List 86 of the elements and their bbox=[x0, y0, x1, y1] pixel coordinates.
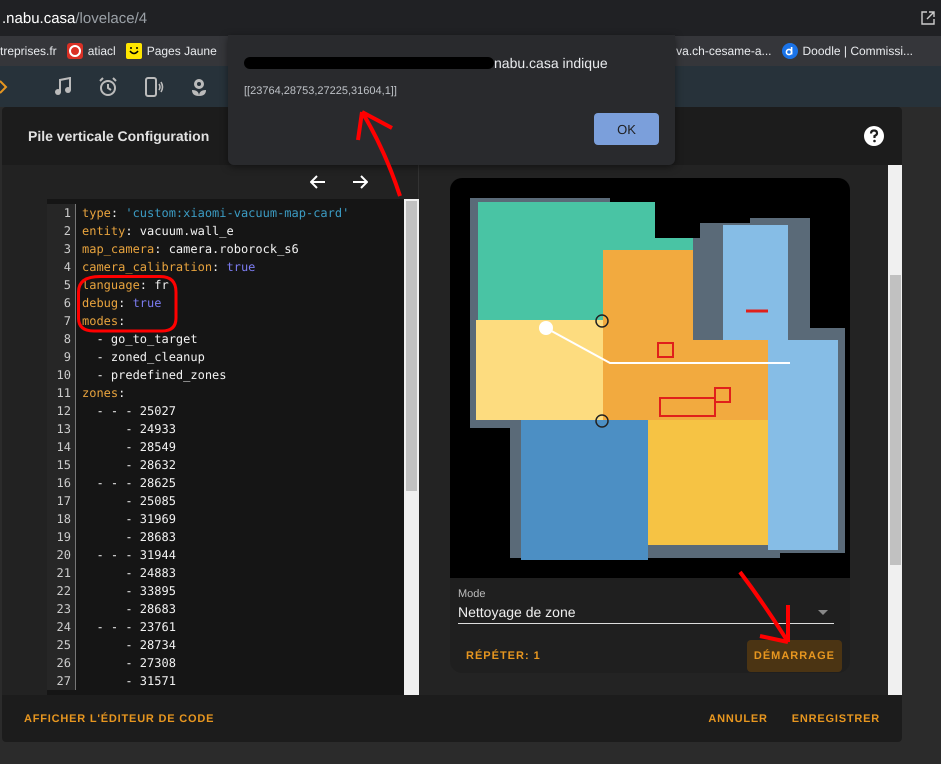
line-number: 23 bbox=[47, 600, 76, 618]
code-line: - 28683 bbox=[124, 529, 176, 546]
line-number: 18 bbox=[47, 510, 76, 528]
line-number: 21 bbox=[47, 564, 76, 582]
scrollbar[interactable] bbox=[888, 165, 902, 695]
bookmark-icon bbox=[66, 43, 83, 59]
bookmark-link[interactable]: va.ch-cesame-a... bbox=[676, 44, 772, 58]
code-line: - 28632 bbox=[124, 457, 176, 474]
code-line: - 28734 bbox=[124, 637, 176, 654]
code-line: entity: vacuum.wall_e bbox=[81, 223, 234, 240]
doodle-icon bbox=[782, 43, 798, 59]
code-line: - 24933 bbox=[124, 421, 176, 438]
line-number: 3 bbox=[47, 240, 76, 258]
line-number: 4 bbox=[47, 258, 76, 276]
code-line: map_camera: camera.roborock_s6 bbox=[81, 241, 299, 258]
code-line: - 24883 bbox=[124, 565, 176, 582]
line-number: 17 bbox=[47, 492, 76, 510]
code-line: - 25085 bbox=[124, 493, 176, 510]
code-line: - 33895 bbox=[124, 583, 176, 600]
code-line: - 27308 bbox=[124, 655, 176, 672]
bookmark-link[interactable]: treprises.fr bbox=[0, 44, 57, 58]
code-line: - 31571 bbox=[124, 673, 176, 690]
line-number: 13 bbox=[47, 420, 76, 438]
ok-button[interactable]: OK bbox=[594, 113, 659, 145]
line-number: 12 bbox=[47, 402, 76, 420]
bookmark-link[interactable]: Pages Jaune bbox=[146, 44, 217, 58]
line-number: 20 bbox=[47, 546, 76, 564]
code-line: - - - 25027 bbox=[95, 403, 176, 420]
code-line: - 28683 bbox=[124, 601, 176, 618]
repeat-button[interactable]: RÉPÉTER: 1 bbox=[458, 642, 549, 670]
code-line: type: 'custom:xiaomi-vacuum-map-card' bbox=[81, 205, 350, 222]
line-number: 26 bbox=[47, 654, 76, 672]
bookmark-link[interactable]: Doodle | Commissi... bbox=[802, 44, 913, 58]
scrollbar[interactable] bbox=[404, 199, 419, 695]
line-number: 11 bbox=[47, 384, 76, 402]
code-line: - 28549 bbox=[124, 439, 176, 456]
line-number: 2 bbox=[47, 222, 76, 240]
line-number: 14 bbox=[47, 438, 76, 456]
code-line: - zoned_cleanup bbox=[95, 349, 205, 366]
save-button[interactable]: ENREGISTRER bbox=[782, 704, 890, 732]
code-line: language: fr bbox=[81, 277, 169, 294]
code-line: debug: true bbox=[81, 295, 162, 312]
line-number: 15 bbox=[47, 456, 76, 474]
code-editor[interactable] bbox=[47, 199, 419, 695]
arrow-left-icon[interactable] bbox=[310, 175, 326, 189]
external-link-icon[interactable] bbox=[921, 11, 935, 25]
start-button[interactable]: DÉMARRAGE bbox=[746, 640, 842, 672]
dialog-title: Pile verticale Configuration bbox=[28, 128, 210, 144]
line-number: 22 bbox=[47, 582, 76, 600]
line-number: 9 bbox=[47, 348, 76, 366]
flower-icon[interactable] bbox=[190, 76, 208, 96]
line-number: 27 bbox=[47, 672, 76, 690]
code-line: - go_to_target bbox=[95, 331, 198, 348]
caret-icon bbox=[818, 610, 828, 615]
show-code-editor-button[interactable]: AFFICHER L'ÉDITEUR DE CODE bbox=[14, 704, 224, 732]
help-icon[interactable] bbox=[864, 126, 884, 146]
code-line: - - - 28625 bbox=[95, 475, 176, 492]
bookmark-link[interactable]: atiacl bbox=[88, 44, 116, 58]
mode-dropdown[interactable]: Mode Nettoyage de zone bbox=[458, 588, 834, 624]
address-url[interactable]: .nabu.casa/lovelace/4 bbox=[2, 10, 148, 26]
alert-message: [[23764,28753,27225,31604,1]] bbox=[244, 85, 398, 97]
arrow-right-icon[interactable] bbox=[352, 175, 368, 189]
music-note-icon[interactable] bbox=[54, 76, 72, 96]
line-number: 6 bbox=[47, 294, 76, 312]
line-number: 24 bbox=[47, 618, 76, 636]
code-line: - - - 31944 bbox=[95, 547, 176, 564]
code-line: modes: bbox=[81, 313, 126, 330]
alarm-clock-icon[interactable] bbox=[98, 76, 118, 96]
line-number: 5 bbox=[47, 276, 76, 294]
line-number: 8 bbox=[47, 330, 76, 348]
line-number: 7 bbox=[47, 312, 76, 330]
alert-title: nabu.casa indique bbox=[494, 55, 608, 71]
chevron-icon[interactable] bbox=[0, 80, 8, 94]
code-line: zones: bbox=[81, 385, 126, 402]
line-number: 1 bbox=[47, 204, 76, 222]
code-line: camera_calibration: true bbox=[81, 259, 256, 276]
line-number: 10 bbox=[47, 366, 76, 384]
code-line: - - - 23761 bbox=[95, 619, 176, 636]
smiley-icon bbox=[126, 43, 142, 59]
line-number: 25 bbox=[47, 636, 76, 654]
code-line: - 31969 bbox=[124, 511, 176, 528]
line-number: 19 bbox=[47, 528, 76, 546]
line-number: 16 bbox=[47, 474, 76, 492]
code-line: - predefined_zones bbox=[95, 367, 226, 384]
cancel-button[interactable]: ANNULER bbox=[698, 704, 778, 732]
phone-signal-icon[interactable] bbox=[144, 76, 164, 96]
